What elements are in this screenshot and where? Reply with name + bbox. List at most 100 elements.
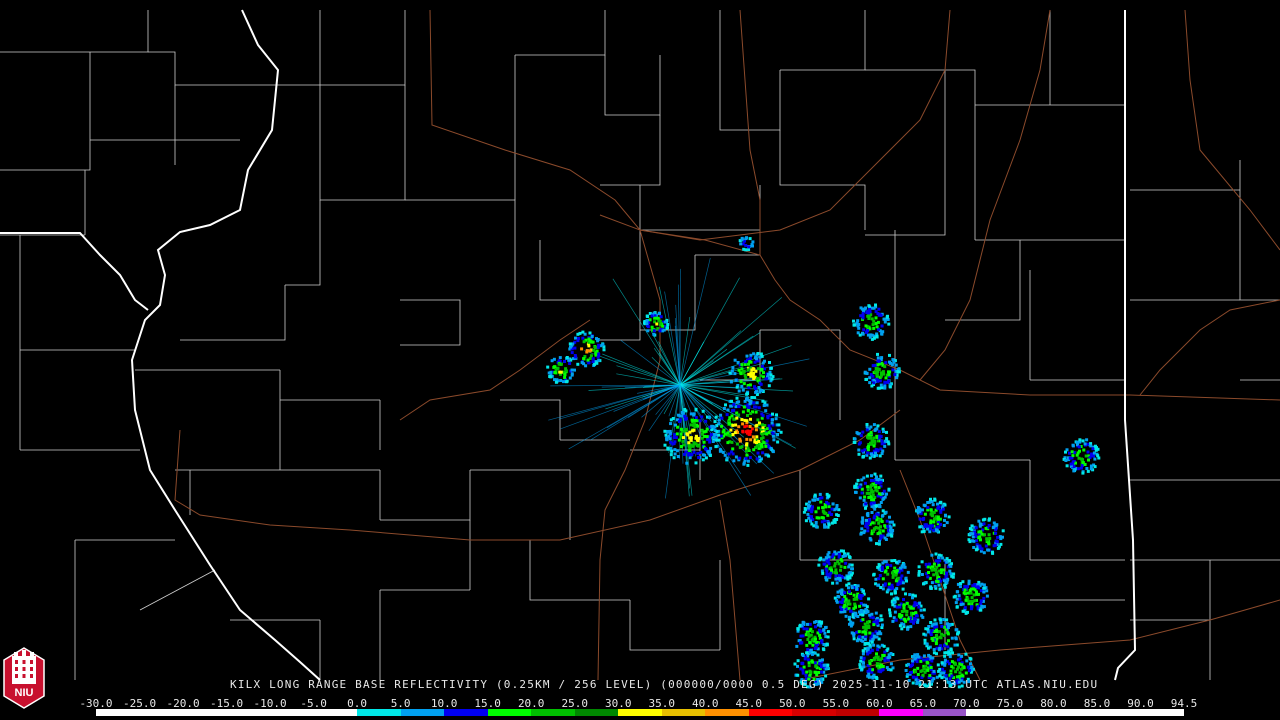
echo-pixel [963, 588, 967, 592]
echo-pixel [958, 597, 962, 601]
echo-pixel [576, 337, 580, 340]
echo-pixel [919, 659, 923, 663]
echo-pixel [970, 596, 974, 600]
boundary-line [500, 399, 561, 440]
echo-pixel [814, 525, 818, 529]
echo-pixel [742, 382, 746, 386]
echo-pixel [890, 520, 894, 524]
echo-pixel [814, 625, 817, 629]
color-swatch [1140, 709, 1184, 716]
color-swatch [96, 709, 140, 716]
echo-pixel [848, 602, 852, 606]
echo-pixel [668, 429, 672, 433]
echo-pixel [805, 643, 809, 647]
echo-pixel [709, 446, 713, 450]
echo-pixel [874, 316, 878, 320]
echo-pixel [941, 556, 945, 560]
echo-pixel [870, 384, 874, 388]
echo-pixel [898, 605, 902, 609]
boundary-line [695, 185, 761, 256]
echo-pixel [877, 563, 881, 567]
echo-pixel [977, 519, 981, 523]
echo-pixel [908, 593, 912, 597]
echo-pixel [730, 369, 734, 373]
state-line [0, 232, 149, 311]
echo-pixel [870, 511, 874, 514]
echo-pixel [888, 614, 892, 618]
echo-pixel [954, 637, 958, 641]
echo-pixel [826, 630, 830, 634]
echo-pixel [735, 416, 739, 420]
boundary-line [515, 10, 606, 56]
echo-pixel [748, 383, 752, 387]
echo-pixel [882, 430, 885, 433]
echo-pixel [995, 540, 999, 544]
echo-pixel [877, 542, 881, 546]
echo-pixel [845, 583, 849, 587]
echo-pixel [887, 370, 890, 374]
echo-pixel [569, 345, 572, 349]
echo-pixel [985, 594, 989, 598]
echo-pixel [835, 581, 839, 585]
echo-pixel [868, 307, 872, 311]
echo-pixel [853, 484, 857, 488]
echo-pixel [1075, 453, 1079, 457]
echo-pixel [870, 442, 873, 446]
echo-pixel [576, 362, 580, 366]
echo-pixel [931, 524, 935, 528]
echo-pixel [733, 431, 737, 435]
echo-pixel [953, 643, 957, 647]
echo-pixel [1064, 459, 1068, 462]
echo-pixel [645, 319, 649, 322]
echo-pixel [926, 506, 930, 510]
echo-pixel [891, 358, 895, 362]
echo-pixel [880, 442, 884, 446]
echo-pixel [817, 506, 820, 510]
echo-pixel [1089, 444, 1093, 448]
echo-pixel [957, 665, 960, 669]
echo-pixel [839, 600, 842, 604]
echo-pixel [691, 429, 694, 433]
color-swatch [835, 709, 880, 716]
echo-pixel [871, 668, 874, 672]
boundary-line [639, 9, 951, 241]
echo-pixel [902, 606, 906, 610]
echo-pixel [887, 379, 890, 383]
echo-pixel [917, 565, 921, 569]
echo-pixel [827, 573, 831, 577]
boundary-line [780, 10, 866, 71]
echo-pixel [819, 665, 823, 669]
echo-pixel [580, 361, 584, 365]
echo-pixel [852, 319, 855, 323]
echo-pixel [861, 519, 865, 522]
echo-pixel [811, 652, 814, 656]
echo-pixel [875, 373, 879, 377]
echo-pixel [821, 658, 824, 662]
echo-pixel [943, 518, 946, 522]
echo-pixel [855, 587, 859, 591]
color-swatch [400, 709, 445, 716]
echo-pixel [693, 442, 697, 446]
echo-pixel [891, 571, 894, 575]
echo-pixel [883, 650, 887, 654]
echo-pixel [744, 360, 748, 364]
echo-pixel [694, 416, 698, 419]
echo-pixel [734, 378, 738, 382]
echo-pixel [593, 346, 597, 349]
boundary-line [539, 240, 600, 301]
boundary-line [640, 255, 696, 331]
echo-pixel [688, 449, 692, 453]
echo-pixel [933, 629, 937, 633]
echo-pixel [883, 658, 887, 662]
echo-pixel [807, 500, 811, 504]
echo-pixel [879, 313, 883, 317]
echo-pixel [1072, 469, 1076, 473]
color-swatch [879, 709, 923, 716]
echo-pixel [645, 322, 649, 326]
echo-pixel [801, 620, 805, 624]
echo-pixel [893, 610, 897, 614]
echo-pixel [765, 432, 769, 436]
echo-pixel [910, 664, 913, 667]
echo-pixel [872, 423, 876, 427]
echo-pixel [909, 625, 913, 629]
